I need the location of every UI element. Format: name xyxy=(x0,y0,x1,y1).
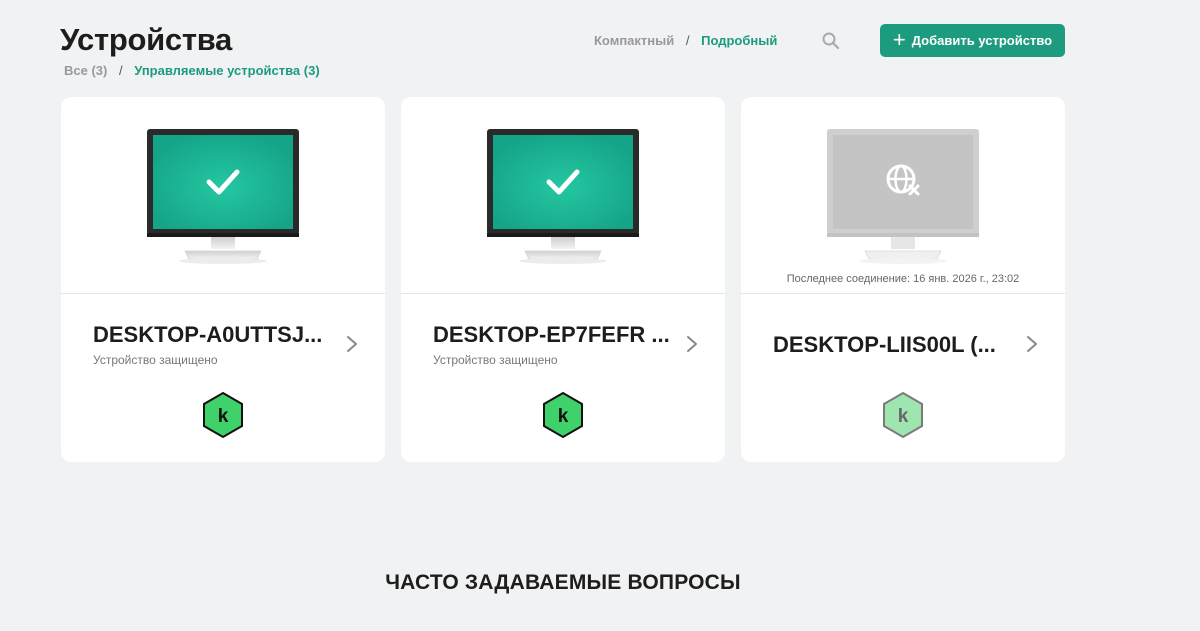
add-device-label: Добавить устройство xyxy=(911,33,1053,48)
chevron-right-icon[interactable] xyxy=(345,334,359,354)
search-icon[interactable] xyxy=(821,31,841,51)
device-card[interactable]: Последнее соединение: 16 янв. 2026 г., 2… xyxy=(741,97,1065,462)
devices-page: Устройства Все (3) / Управляемые устройс… xyxy=(0,0,1200,631)
chevron-right-icon[interactable] xyxy=(685,334,699,354)
breadcrumb-managed[interactable]: Управляемые устройства (3) xyxy=(134,63,319,78)
view-detailed[interactable]: Подробный xyxy=(701,33,777,48)
svg-text:k: k xyxy=(898,406,909,427)
add-device-button[interactable]: + Добавить устройство xyxy=(880,24,1065,57)
device-image-area xyxy=(61,97,385,294)
offline-monitor-icon xyxy=(827,129,979,264)
device-name[interactable]: DESKTOP-LIIS00L (... xyxy=(773,332,996,358)
page-title: Устройства xyxy=(60,22,232,57)
breadcrumb-all[interactable]: Все (3) xyxy=(64,63,107,78)
device-name[interactable]: DESKTOP-A0UTTSJ... xyxy=(93,322,322,348)
device-status: Устройство защищено xyxy=(433,353,558,367)
view-compact[interactable]: Компактный xyxy=(594,33,674,48)
svg-text:k: k xyxy=(558,406,569,427)
view-separator: / xyxy=(685,33,690,48)
device-card[interactable]: DESKTOP-EP7FEFR ... Устройство защищено … xyxy=(401,97,725,462)
device-image-area xyxy=(401,97,725,294)
device-image-area: Последнее соединение: 16 янв. 2026 г., 2… xyxy=(741,97,1065,294)
device-name[interactable]: DESKTOP-EP7FEFR ... xyxy=(433,322,670,348)
kaspersky-badge-icon: k xyxy=(883,391,923,439)
breadcrumb-separator: / xyxy=(118,63,123,78)
plus-icon: + xyxy=(892,26,906,52)
device-status: Устройство защищено xyxy=(93,353,218,367)
kaspersky-badge-icon: k xyxy=(203,391,243,439)
protected-monitor-icon xyxy=(487,129,639,264)
svg-text:k: k xyxy=(218,406,229,427)
protected-monitor-icon xyxy=(147,129,299,264)
chevron-right-icon[interactable] xyxy=(1025,334,1039,354)
breadcrumb: Все (3) / Управляемые устройства (3) xyxy=(64,63,320,78)
faq-title: ЧАСТО ЗАДАВАЕМЫЕ ВОПРОСЫ xyxy=(385,571,741,594)
view-toggle: Компактный / Подробный xyxy=(594,33,777,48)
last-connection-text: Последнее соединение: 16 янв. 2026 г., 2… xyxy=(786,273,1020,285)
device-card[interactable]: DESKTOP-A0UTTSJ... Устройство защищено k xyxy=(61,97,385,462)
kaspersky-badge-icon: k xyxy=(543,391,583,439)
